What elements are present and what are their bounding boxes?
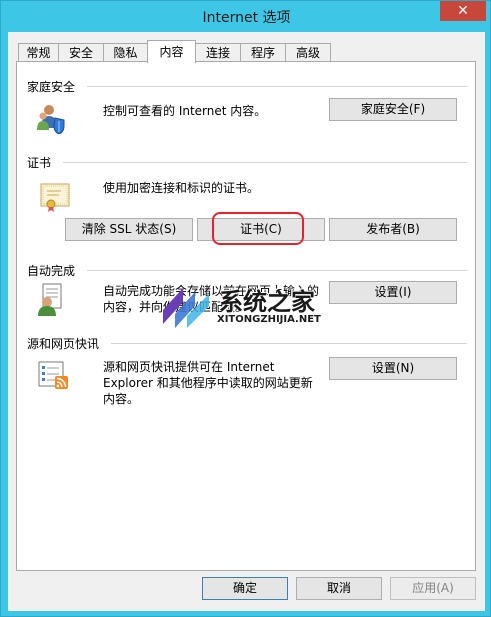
family-safety-button[interactable]: 家庭安全(F) [329, 98, 457, 121]
family-safety-description: 控制可查看的 Internet 内容。 [103, 104, 267, 118]
autocomplete-icon [35, 282, 69, 316]
feeds-description-line1: 源和网页快讯提供可在 Internet [103, 360, 275, 374]
tab-content[interactable]: 内容 [147, 40, 196, 63]
ok-button[interactable]: 确定 [202, 577, 288, 600]
feeds-description-line2: Explorer 和其他程序中读取的网站更新 [103, 376, 313, 390]
certificates-description: 使用加密连接和标识的证书。 [103, 181, 260, 195]
tab-general[interactable]: 常规 [18, 43, 59, 62]
autocomplete-heading: 自动完成 [27, 264, 76, 278]
cancel-button[interactable]: 取消 [296, 577, 382, 600]
internet-options-window: Internet 选项 ✕ 常规 安全 隐私 内容 连接 程序 高级 家庭安全 [0, 0, 491, 617]
feeds-description-line3: 内容。 [103, 392, 140, 406]
publishers-button[interactable]: 发布者(B) [329, 218, 457, 241]
window-title: Internet 选项 [202, 10, 291, 26]
apply-button[interactable]: 应用(A) [390, 577, 476, 600]
autocomplete-divider [87, 270, 467, 271]
close-icon: ✕ [457, 3, 469, 19]
feeds-divider [111, 343, 467, 344]
title-bar[interactable]: Internet 选项 ✕ [1, 1, 491, 33]
family-safety-divider [87, 86, 467, 87]
close-button[interactable]: ✕ [440, 1, 486, 21]
certificates-highlight-annotation [212, 212, 304, 245]
tab-connections[interactable]: 连接 [195, 43, 241, 62]
tab-programs[interactable]: 程序 [240, 43, 286, 62]
tab-security[interactable]: 安全 [58, 43, 104, 62]
tab-advanced[interactable]: 高级 [285, 43, 331, 62]
tab-privacy[interactable]: 隐私 [103, 43, 148, 62]
watermark-logo: 系统之家 XITONGZHIJIA.NET [159, 276, 359, 336]
certificates-divider [63, 162, 467, 163]
certificate-icon [39, 182, 71, 212]
feeds-settings-button[interactable]: 设置(N) [329, 357, 457, 380]
clear-ssl-state-button[interactable]: 清除 SSL 状态(S) [65, 218, 193, 241]
rss-feed-icon [37, 360, 71, 390]
family-safety-heading: 家庭安全 [27, 80, 76, 94]
watermark-text: 系统之家 [219, 288, 315, 316]
watermark-subtext: XITONGZHIJIA.NET [217, 314, 321, 325]
certificates-heading: 证书 [27, 156, 52, 170]
family-safety-icon [35, 102, 67, 135]
feeds-heading: 源和网页快讯 [27, 337, 100, 351]
watermark-icon [163, 288, 209, 328]
